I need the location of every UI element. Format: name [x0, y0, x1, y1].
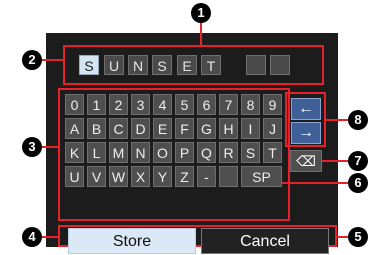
key-g[interactable]: G [197, 118, 216, 139]
key-w[interactable]: W [109, 166, 128, 187]
cursor-left-button[interactable]: ← [291, 98, 321, 120]
callout-8: 8 [348, 110, 368, 130]
key-f[interactable]: F [175, 118, 194, 139]
name-char-7[interactable] [246, 55, 266, 75]
key-k[interactable]: K [65, 142, 84, 163]
backspace-button[interactable]: ⌫ [290, 150, 322, 172]
key-space[interactable]: SP [241, 166, 282, 187]
key-y[interactable]: Y [153, 166, 172, 187]
key-0[interactable]: 0 [65, 94, 84, 115]
callout-2: 2 [22, 50, 42, 70]
cancel-button[interactable]: Cancel [201, 228, 329, 254]
name-char-8[interactable] [270, 55, 290, 75]
cursor-right-button[interactable]: → [291, 122, 321, 144]
arrow-left-icon: ← [298, 100, 314, 117]
arrow-right-icon: → [298, 124, 314, 141]
key-9[interactable]: 9 [263, 94, 282, 115]
callout-6-leader [282, 182, 348, 184]
name-char-6[interactable]: T [201, 55, 221, 75]
key-7[interactable]: 7 [219, 94, 238, 115]
name-char-2[interactable]: U [104, 55, 124, 75]
store-button[interactable]: Store [68, 228, 196, 254]
key-l[interactable]: L [87, 142, 106, 163]
key-z[interactable]: Z [175, 166, 194, 187]
callout-4-leader [42, 236, 59, 238]
backspace-icon: ⌫ [296, 153, 316, 169]
key-e[interactable]: E [153, 118, 172, 139]
callout-1: 1 [191, 3, 211, 23]
key-8[interactable]: 8 [241, 94, 260, 115]
key-blank[interactable] [219, 166, 238, 187]
callout-7: 7 [348, 151, 368, 171]
key-6[interactable]: 6 [197, 94, 216, 115]
key-s[interactable]: S [241, 142, 260, 163]
key-p[interactable]: P [175, 142, 194, 163]
key-h[interactable]: H [219, 118, 238, 139]
key-j[interactable]: J [263, 118, 282, 139]
callout-2-leader [42, 59, 64, 61]
key-i[interactable]: I [241, 118, 260, 139]
callout-7-leader [322, 160, 348, 162]
key-b[interactable]: B [87, 118, 106, 139]
callout-3: 3 [22, 137, 42, 157]
key-5[interactable]: 5 [175, 94, 194, 115]
key-1[interactable]: 1 [87, 94, 106, 115]
key-c[interactable]: C [109, 118, 128, 139]
key-r[interactable]: R [219, 142, 238, 163]
key-3[interactable]: 3 [131, 94, 150, 115]
name-char-5[interactable]: E [177, 55, 197, 75]
key-t[interactable]: T [263, 142, 282, 163]
key-v[interactable]: V [87, 166, 106, 187]
key-u[interactable]: U [65, 166, 84, 187]
key-x[interactable]: X [131, 166, 150, 187]
name-char-4[interactable]: S [152, 55, 172, 75]
key-o[interactable]: O [153, 142, 172, 163]
callout-8-leader [326, 119, 348, 121]
key-d[interactable]: D [131, 118, 150, 139]
callout-6: 6 [348, 173, 368, 193]
callout-5: 5 [348, 227, 368, 247]
name-char-3[interactable]: N [128, 55, 148, 75]
callout-1-leader [200, 20, 202, 46]
key-hyphen[interactable]: - [197, 166, 216, 187]
key-2[interactable]: 2 [109, 94, 128, 115]
key-n[interactable]: N [131, 142, 150, 163]
callout-3-leader [42, 146, 59, 148]
callout-4: 4 [22, 227, 42, 247]
key-m[interactable]: M [109, 142, 128, 163]
key-4[interactable]: 4 [153, 94, 172, 115]
name-char-1[interactable]: S [79, 55, 99, 75]
key-a[interactable]: A [65, 118, 84, 139]
callout-5-leader [336, 236, 348, 238]
key-q[interactable]: Q [197, 142, 216, 163]
